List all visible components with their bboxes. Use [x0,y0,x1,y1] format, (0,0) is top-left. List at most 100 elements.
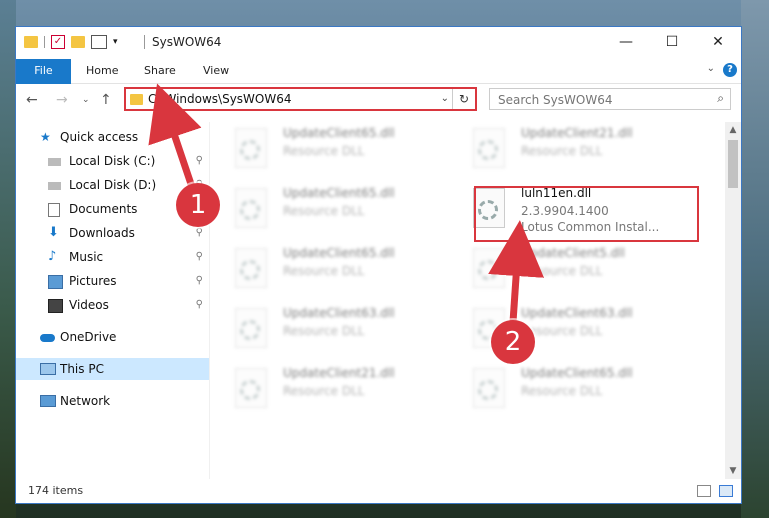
drive-icon [48,158,61,166]
step-2-badge: 2 [491,320,535,364]
gear-icon [240,320,260,340]
status-bar: 174 items [16,479,741,503]
up-button[interactable]: ↑ [100,92,112,108]
sidebar-item-downloads[interactable]: ⬇ Downloads ⚲ [16,222,209,244]
pin-icon[interactable]: ⚲ [196,294,203,316]
search-icon[interactable]: ⌕ [717,91,724,106]
tab-view[interactable]: View [189,59,243,83]
sidebar-item-label: Downloads [69,226,135,240]
sidebar-item-label: Network [60,394,111,408]
file-name: UpdateClient65.dll [283,186,395,200]
sidebar-item-onedrive[interactable]: OneDrive [16,326,209,348]
expand-ribbon-icon[interactable]: ⌄ [707,63,715,74]
gear-icon [478,380,498,400]
search-box[interactable]: ⌕ [489,88,731,110]
file-type: Resource DLL [283,324,365,338]
sidebar-item-quick-access[interactable]: ★ Quick access [16,126,209,148]
list-item[interactable]: UpdateClient65.dll Resource DLL [211,184,441,238]
pin-icon[interactable]: ⚲ [196,150,203,172]
sidebar-item-label: OneDrive [60,330,117,344]
search-input[interactable] [496,91,700,109]
step-1-badge: 1 [176,183,220,227]
customize-toolbar-chevron-icon[interactable]: ▾ [113,37,118,47]
music-icon: ♪ [48,249,57,264]
sidebar-item-label: Videos [69,298,109,312]
scrollbar-thumb[interactable] [728,140,738,188]
new-folder-icon[interactable] [71,36,85,48]
sidebar-item-music[interactable]: ♪ Music ⚲ [16,246,209,268]
sidebar-item-this-pc[interactable]: This PC [16,358,209,380]
title-divider [144,35,145,49]
maximize-button[interactable]: ☐ [649,27,695,57]
file-name: UpdateClient65.dll [283,246,395,260]
gear-icon [240,380,260,400]
address-path[interactable]: C:\Windows\SysWOW64 [148,92,292,106]
gear-icon [240,140,260,160]
properties-icon[interactable] [91,35,107,49]
file-name: UpdateClient63.dll [521,306,633,320]
help-icon[interactable]: ? [723,63,737,77]
refresh-button[interactable]: ↻ [452,89,475,109]
list-item[interactable]: UpdateClient21.dll Resource DLL [449,124,679,178]
pin-icon[interactable]: ⚲ [196,270,203,292]
file-name: UpdateClient5.dll [521,246,625,260]
scroll-up-icon[interactable]: ▲ [725,122,741,138]
pin-icon[interactable]: ⚲ [196,246,203,268]
title-bar: ✓ ▾ SysWOW64 — ☐ ✕ [16,27,741,59]
sidebar-item-label: This PC [60,362,104,376]
file-explorer-window: ✓ ▾ SysWOW64 — ☐ ✕ File Home Share View … [15,26,742,504]
sidebar-item-label: Music [69,250,104,264]
sidebar-item-pictures[interactable]: Pictures ⚲ [16,270,209,292]
list-item[interactable]: UpdateClient5.dll Resource DLL [449,244,679,298]
file-name: UpdateClient65.dll [283,126,395,140]
pictures-icon [48,275,63,289]
cloud-icon [40,334,55,342]
sidebar-item-label: Pictures [69,274,117,288]
file-name: UpdateClient21.dll [521,126,633,140]
file-type: Resource DLL [521,384,603,398]
scroll-down-icon[interactable]: ▼ [725,463,741,479]
gear-icon [240,260,260,280]
sidebar-item-label: Documents [69,202,138,216]
gear-icon [240,200,260,220]
tiles-view-icon[interactable] [719,485,733,497]
forward-button[interactable]: → [56,92,68,108]
file-type: Resource DLL [283,144,365,158]
address-bar[interactable]: C:\Windows\SysWOW64 ⌄ ↻ [124,87,477,111]
address-dropdown-icon[interactable]: ⌄ [441,93,449,104]
file-name: UpdateClient21.dll [283,366,395,380]
videos-icon [48,299,63,313]
tab-home[interactable]: Home [72,59,132,83]
vertical-scrollbar[interactable]: ▲ ▼ [725,122,741,479]
details-view-icon[interactable] [697,485,711,497]
toolbar-divider [44,36,45,48]
list-item[interactable]: UpdateClient65.dll Resource DLL [449,364,679,418]
sidebar-item-local-disk-c[interactable]: Local Disk (C:) ⚲ [16,150,209,172]
sidebar-item-label: Local Disk (C:) [69,154,156,168]
star-icon: ★ [40,130,51,144]
network-icon [40,395,56,407]
item-count: 174 items [28,484,84,497]
close-button[interactable]: ✕ [695,27,741,57]
properties-check-icon[interactable]: ✓ [51,35,65,49]
recent-locations-chevron-icon[interactable]: ⌄ [82,95,90,105]
tab-share[interactable]: Share [130,59,190,83]
gear-icon [478,140,498,160]
list-item[interactable]: UpdateClient21.dll Resource DLL [211,364,441,418]
ribbon-tabs: File Home Share View ⌄ ? [16,59,741,113]
back-button[interactable]: ← [26,92,38,108]
list-item[interactable]: UpdateClient63.dll Resource DLL [449,304,679,358]
file-type: Resource DLL [521,264,603,278]
list-item[interactable]: UpdateClient63.dll Resource DLL [211,304,441,358]
list-item[interactable]: UpdateClient65.dll Resource DLL [211,244,441,298]
computer-icon [40,363,56,375]
folder-icon [130,94,143,105]
folder-icon [24,36,38,48]
documents-icon [48,203,60,217]
sidebar-item-network[interactable]: Network [16,390,209,412]
pane-divider[interactable] [209,122,210,479]
list-item[interactable]: UpdateClient65.dll Resource DLL [211,124,441,178]
minimize-button[interactable]: — [603,27,649,57]
sidebar-item-videos[interactable]: Videos ⚲ [16,294,209,316]
sidebar-item-label: Local Disk (D:) [69,178,157,192]
